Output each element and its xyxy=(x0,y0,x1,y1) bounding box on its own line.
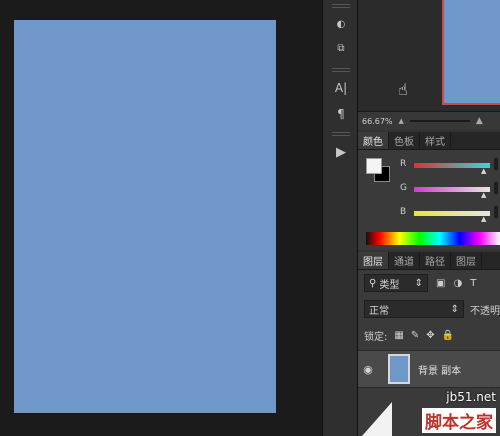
layer-row[interactable]: ◉ 背景 副本 xyxy=(358,350,500,388)
tab-layers[interactable]: 图层 xyxy=(358,252,389,269)
green-slider-row: G ▲ xyxy=(398,180,498,199)
blend-row: 正常 ⇕ 不透明 xyxy=(358,298,500,320)
panel-dock-strip: ◐ ⧉ A| ¶ ▶ xyxy=(322,0,358,436)
navigator-panel: ☝ xyxy=(358,0,500,112)
dock-grip[interactable] xyxy=(332,132,350,136)
blue-slider-row: B ▲ xyxy=(398,204,498,223)
tab-color[interactable]: 颜色 xyxy=(358,132,389,149)
red-label: R xyxy=(400,159,407,169)
paragraph-panel-icon[interactable]: ¶ xyxy=(329,104,353,124)
slider-thumb-icon[interactable]: ▲ xyxy=(481,215,486,223)
blue-value-field[interactable] xyxy=(494,206,498,218)
green-slider[interactable] xyxy=(414,187,490,192)
lock-image-pixels-icon[interactable]: ✎ xyxy=(411,330,419,341)
lock-row: 锁定: ▦ ✎ ✥ 🔒 xyxy=(358,324,500,346)
layer-filter-select[interactable]: ⚲ 类型 ⇕ xyxy=(364,274,428,292)
lock-transparent-pixels-icon[interactable]: ▦ xyxy=(394,330,403,341)
blue-label: B xyxy=(400,207,407,217)
quick-mask-icon[interactable]: ◐ xyxy=(329,14,353,34)
layers-panel-tabs: 图层 通道 路径 图层 xyxy=(358,252,500,270)
site-watermark: jb51.net 脚本之家 xyxy=(358,388,500,436)
tab-paths[interactable]: 路径 xyxy=(420,252,451,269)
green-value-field[interactable] xyxy=(494,182,498,194)
page-curl-shape xyxy=(362,402,392,436)
foreground-color-swatch[interactable] xyxy=(366,158,382,174)
blend-mode-label: 正常 xyxy=(369,305,389,317)
color-panel: R ▲ G ▲ B ▲ xyxy=(358,150,500,250)
zoom-out-icon[interactable]: ▲ xyxy=(399,117,404,125)
search-icon: ⚲ xyxy=(369,277,377,289)
layer-filter-row: ⚲ 类型 ⇕ ▣ ◑ T xyxy=(358,270,500,296)
zoom-level[interactable]: 66.67% xyxy=(362,117,393,126)
updown-icon: ⇕ xyxy=(450,303,459,315)
opacity-label: 不透明 xyxy=(470,305,500,317)
filter-type-label: 类型 xyxy=(379,279,400,291)
navigator-preview[interactable] xyxy=(442,0,500,105)
hand-cursor-icon: ☝ xyxy=(398,80,408,99)
blue-slider[interactable] xyxy=(414,211,490,216)
play-actions-icon[interactable]: ▶ xyxy=(329,142,353,162)
green-label: G xyxy=(400,183,407,193)
character-panel-icon[interactable]: A| xyxy=(329,78,353,98)
dock-grip[interactable] xyxy=(332,68,350,72)
tab-styles[interactable]: 样式 xyxy=(420,132,451,149)
slider-thumb-icon[interactable]: ▲ xyxy=(481,191,486,199)
tab-swatches[interactable]: 色板 xyxy=(389,132,420,149)
tab-channels[interactable]: 通道 xyxy=(389,252,420,269)
zoom-slider[interactable] xyxy=(409,120,470,122)
color-spectrum[interactable] xyxy=(366,232,500,245)
dock-grip[interactable] xyxy=(332,4,350,8)
layer-thumbnail[interactable] xyxy=(388,354,410,384)
image-filter-icon[interactable]: ▣ xyxy=(436,278,445,289)
right-panel-column: ☝ 66.67% ▲ ▲ 颜色 色板 样式 R ▲ G ▲ B ▲ 图层 通道 … xyxy=(358,0,500,436)
blend-mode-select[interactable]: 正常 ⇕ xyxy=(364,300,464,318)
document-canvas[interactable] xyxy=(14,20,276,413)
color-panel-tabs: 颜色 色板 样式 xyxy=(358,132,500,150)
watermark-url: jb51.net xyxy=(446,390,496,404)
updown-icon: ⇕ xyxy=(414,277,423,289)
lock-position-icon[interactable]: ✥ xyxy=(426,330,434,341)
canvas-workspace[interactable] xyxy=(0,0,322,436)
adjustment-filter-icon[interactable]: ◑ xyxy=(453,278,462,289)
red-value-field[interactable] xyxy=(494,158,498,170)
zoom-in-icon[interactable]: ▲ xyxy=(476,116,483,126)
slider-thumb-icon[interactable]: ▲ xyxy=(481,167,486,175)
watermark-name: 脚本之家 xyxy=(422,408,496,433)
lock-label: 锁定: xyxy=(364,331,388,343)
type-filter-icon[interactable]: T xyxy=(470,278,476,289)
red-slider-row: R ▲ xyxy=(398,156,498,175)
tab-layers-extra[interactable]: 图层 xyxy=(451,252,482,269)
lock-all-icon[interactable]: 🔒 xyxy=(442,330,454,341)
visibility-eye-icon[interactable]: ◉ xyxy=(358,363,378,376)
screen-mode-icon[interactable]: ⧉ xyxy=(329,38,353,58)
layer-name[interactable]: 背景 副本 xyxy=(418,362,461,377)
zoom-bar: 66.67% ▲ ▲ xyxy=(358,112,500,130)
red-slider[interactable] xyxy=(414,163,490,168)
